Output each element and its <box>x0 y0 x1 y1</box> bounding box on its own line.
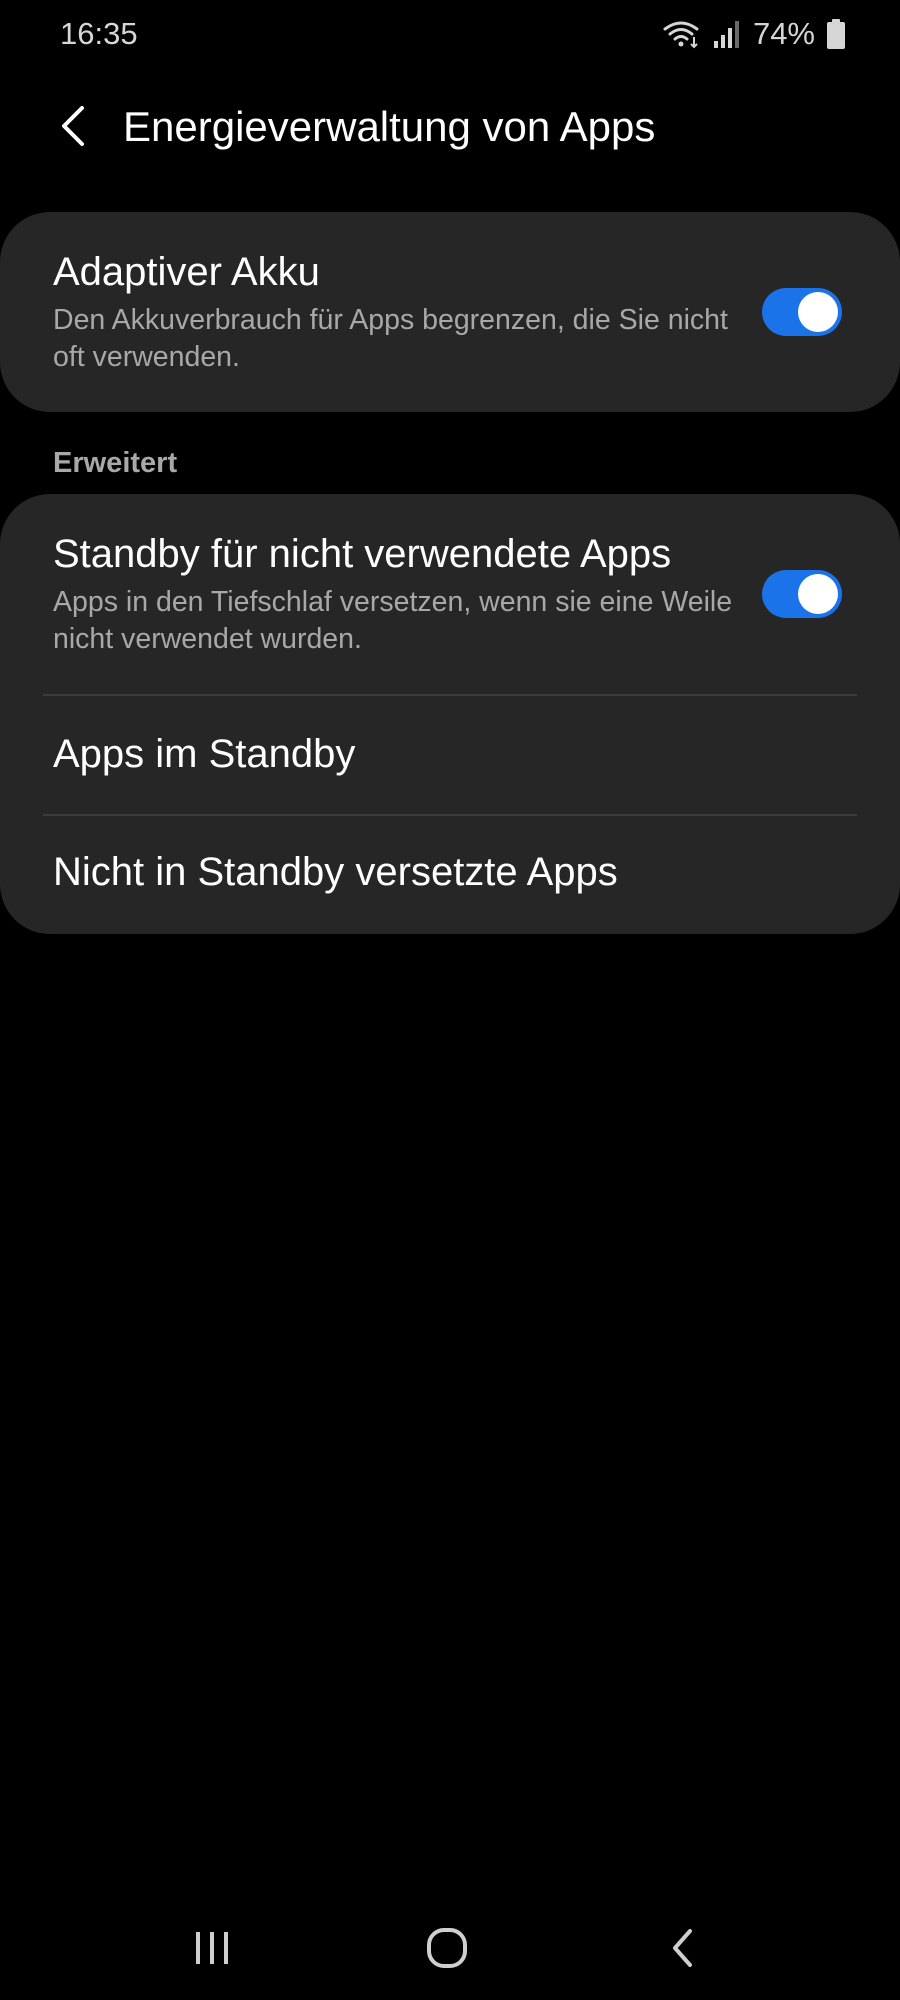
back-button[interactable] <box>40 95 106 161</box>
back-icon <box>667 1926 697 1975</box>
recent-apps-button[interactable] <box>152 1900 272 2000</box>
navigation-bar <box>0 1900 900 2000</box>
screen: 16:35 74% Energieverwaltung von Apps Ada… <box>0 0 900 2000</box>
adaptive-battery-title: Adaptiver Akku <box>53 250 320 294</box>
home-button[interactable] <box>387 1900 507 2000</box>
home-icon <box>425 1926 469 1975</box>
adaptive-battery-description: Den Akkuverbrauch für Apps begrenzen, di… <box>53 304 728 373</box>
status-time: 16:35 <box>60 16 138 51</box>
status-bar: 16:35 74% <box>0 0 900 66</box>
wifi-icon <box>661 19 701 49</box>
signal-icon <box>713 19 741 49</box>
recent-apps-icon <box>192 1928 232 1973</box>
toggle-knob <box>798 574 838 614</box>
chevron-left-icon <box>58 104 88 153</box>
section-label-advanced: Erweitert <box>53 447 178 479</box>
standby-unused-description: Apps in den Tiefschlaf versetzen, wenn s… <box>53 586 733 655</box>
status-icons: 74% <box>661 14 845 54</box>
battery-icon <box>827 19 845 49</box>
adaptive-battery-row[interactable]: Adaptiver Akku Den Akkuverbrauch für App… <box>0 212 900 412</box>
apps-in-standby-row[interactable]: Apps im Standby <box>0 696 900 814</box>
apps-not-in-standby-title: Nicht in Standby versetzte Apps <box>53 850 618 894</box>
nav-back-button[interactable] <box>622 1900 742 2000</box>
toggle-knob <box>798 292 838 332</box>
battery-percent: 74% <box>752 16 815 51</box>
standby-unused-row[interactable]: Standby für nicht verwendete Apps Apps i… <box>0 494 900 694</box>
advanced-card: Standby für nicht verwendete Apps Apps i… <box>0 494 900 934</box>
app-header: Energieverwaltung von Apps <box>0 95 900 161</box>
apps-in-standby-title: Apps im Standby <box>53 732 356 776</box>
apps-not-in-standby-row[interactable]: Nicht in Standby versetzte Apps <box>0 816 900 934</box>
adaptive-battery-card: Adaptiver Akku Den Akkuverbrauch für App… <box>0 212 900 412</box>
page-title: Energieverwaltung von Apps <box>123 103 656 150</box>
adaptive-battery-toggle[interactable] <box>762 288 842 336</box>
standby-unused-title: Standby für nicht verwendete Apps <box>53 532 672 576</box>
standby-unused-toggle[interactable] <box>762 570 842 618</box>
